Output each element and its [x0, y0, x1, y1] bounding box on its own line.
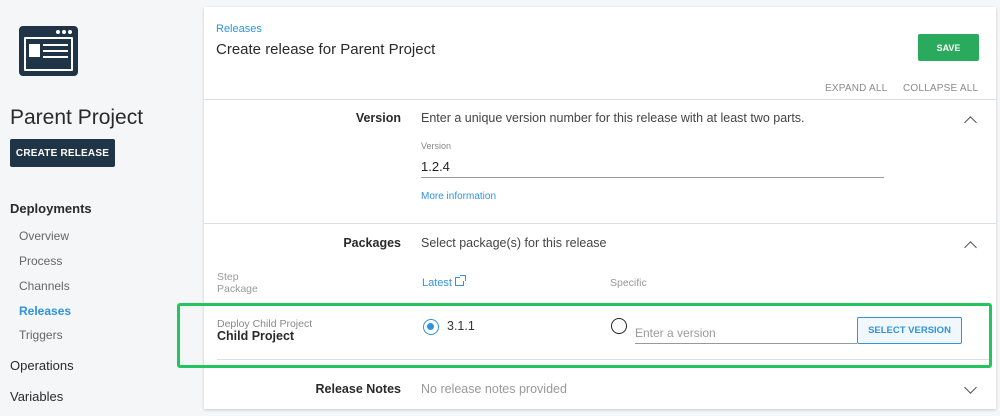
column-header-step: Step [217, 271, 239, 283]
chevron-down-icon[interactable] [964, 381, 977, 394]
version-input[interactable] [421, 156, 884, 178]
latest-radio-icon[interactable] [423, 319, 439, 335]
sidebar-item-overview[interactable]: Overview [19, 229, 69, 243]
package-row-package: Child Project [217, 329, 295, 343]
more-information-link[interactable]: More information [421, 191, 496, 202]
page-title: Create release for Parent Project [216, 41, 436, 58]
select-version-button[interactable]: SELECT VERSION [857, 317, 962, 344]
sidebar-item-process[interactable]: Process [19, 254, 62, 268]
version-section-label: Version [355, 111, 401, 125]
sidebar-item-triggers[interactable]: Triggers [19, 328, 63, 342]
row-divider [217, 359, 992, 360]
column-header-latest[interactable]: Latest [422, 275, 466, 289]
expand-all-button[interactable]: EXPAND ALL [825, 83, 887, 94]
version-field-label: Version [421, 141, 452, 151]
sidebar: Parent Project CREATE RELEASE Deployment… [0, 0, 200, 416]
packages-section-label: Packages [343, 236, 401, 250]
sidebar-item-channels[interactable]: Channels [19, 279, 70, 293]
project-logo-icon [19, 26, 78, 76]
nav-section-variables[interactable]: Variables [10, 389, 63, 404]
column-header-package: Package [217, 283, 258, 295]
create-release-button[interactable]: CREATE RELEASE [10, 139, 115, 167]
nav-section-operations[interactable]: Operations [10, 358, 74, 373]
release-notes-section-label: Release Notes [315, 382, 401, 396]
external-link-icon [454, 275, 466, 286]
latest-version-value: 3.1.1 [447, 319, 475, 333]
latest-label: Latest [422, 277, 452, 289]
chevron-up-icon[interactable] [964, 116, 977, 129]
specific-radio-icon[interactable] [611, 318, 627, 334]
breadcrumb[interactable]: Releases [216, 23, 262, 35]
chevron-up-icon[interactable] [964, 241, 977, 254]
column-header-specific: Specific [610, 277, 647, 289]
project-title: Parent Project [10, 106, 144, 129]
nav-section-deployments[interactable]: Deployments [10, 201, 92, 216]
specific-version-input[interactable] [635, 322, 857, 344]
divider [204, 223, 996, 224]
divider [204, 99, 996, 100]
packages-section-description: Select package(s) for this release [421, 236, 607, 250]
collapse-all-button[interactable]: COLLAPSE ALL [903, 83, 978, 94]
create-release-card: Releases Create release for Parent Proje… [204, 7, 996, 409]
save-button[interactable]: SAVE [918, 34, 979, 61]
sidebar-item-releases[interactable]: Releases [19, 304, 71, 318]
version-section-description: Enter a unique version number for this r… [421, 111, 805, 125]
release-notes-description: No release notes provided [421, 382, 567, 396]
